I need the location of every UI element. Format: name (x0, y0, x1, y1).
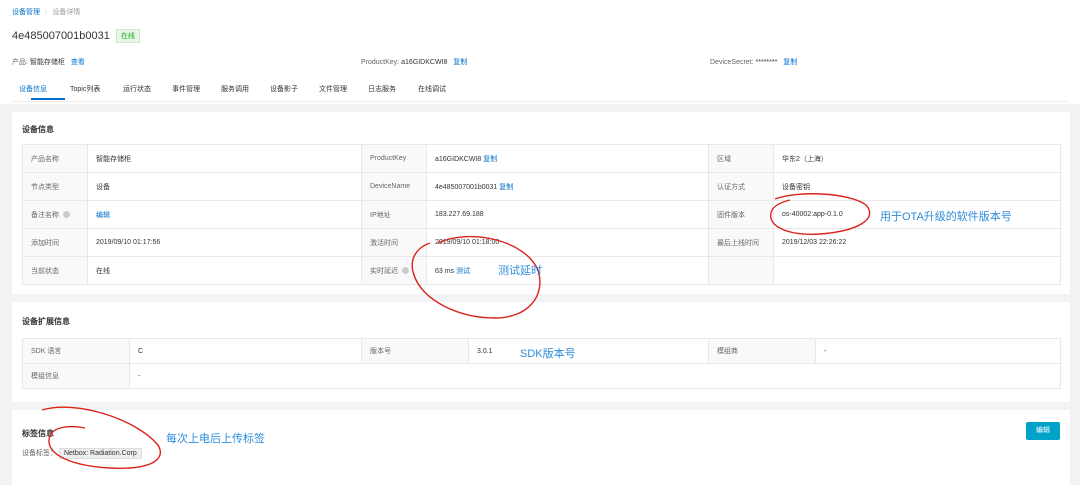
active-tab-indicator (31, 98, 65, 100)
table-value-cell: - (815, 338, 1061, 364)
extended-info-title: 设备扩展信息 (22, 317, 70, 326)
table-key-cell: 认证方式 (708, 172, 774, 201)
table-key-cell: 节点类型 (22, 172, 88, 201)
tab-service-invoke[interactable]: 服务调用 (221, 84, 249, 94)
tab-runtime-status[interactable]: 运行状态 (123, 84, 151, 94)
table-row: 产品名称 智能存储柜 ProductKey a16GIDKCWI8 复制 区域 … (22, 144, 1061, 173)
table-key-cell: ProductKey (361, 144, 427, 173)
table-value-cell: 智能存储柜 (87, 144, 362, 173)
info-icon[interactable] (402, 266, 409, 274)
table-row: 模组信息 - (22, 363, 1061, 389)
table-value-cell: 设备密钥 (773, 172, 1061, 201)
product-label: 产品: (12, 59, 28, 66)
product-meta: 产品: 智能存储柜 查看 (12, 57, 85, 67)
productkey-label: ProductKey: (361, 59, 400, 66)
table-value-cell: C (129, 338, 362, 364)
table-key-cell: 最后上线时间 (708, 228, 774, 257)
tab-topic-list[interactable]: Topic列表 (70, 84, 100, 94)
device-tag-chip[interactable]: Netbox: Radiation.Corp (58, 448, 142, 459)
edit-tags-button[interactable]: 编辑 (1026, 422, 1060, 440)
tab-event-management[interactable]: 事件管理 (172, 84, 200, 94)
table-value-cell: 2019/09/10 01:17:56 (87, 228, 362, 257)
table-value-cell: 设备 (87, 172, 362, 201)
table-value-cell: 2019/12/03 22:26:22 (773, 228, 1061, 257)
breadcrumb: 设备管理 › 设备详情 (12, 7, 80, 17)
copy-productkey-link[interactable]: 复制 (453, 59, 467, 66)
productkey-cell-value: a16GIDKCWI8 (435, 155, 482, 163)
table-value-cell: 63 ms 测试 (426, 256, 709, 285)
edit-remark-button[interactable]: 编辑 (96, 212, 110, 219)
breadcrumb-current: 设备详情 (52, 9, 81, 16)
table-value-cell (773, 256, 1061, 285)
tag-info-title: 标签信息 (22, 429, 54, 438)
tag-info-card: 标签信息 设备标签： Netbox: Radiation.Corp 编辑 (12, 410, 1070, 485)
device-tags-row: 设备标签： Netbox: Radiation.Corp (22, 448, 142, 459)
tab-device-shadow[interactable]: 设备影子 (270, 84, 298, 94)
devicesecret-label: DeviceSecret: (710, 59, 754, 66)
tab-log-service[interactable]: 日志服务 (368, 84, 396, 94)
remark-name-label: 备注名称 (31, 211, 59, 219)
tab-bar: 设备信息 Topic列表 运行状态 事件管理 服务调用 设备影子 文件管理 日志… (12, 79, 1068, 102)
table-key-cell: 激活时间 (361, 228, 427, 257)
tab-online-debug[interactable]: 在线调试 (418, 84, 446, 94)
table-key-cell: 区域 (708, 144, 774, 173)
breadcrumb-device-management[interactable]: 设备管理 (12, 9, 40, 16)
table-key-cell: 添加时间 (22, 228, 88, 257)
table-key-cell: 固件版本 (708, 200, 774, 229)
table-row: 节点类型 设备 DeviceName 4e485007001b0031 复制 认… (22, 172, 1061, 201)
tab-device-info[interactable]: 设备信息 (19, 84, 47, 94)
table-key-cell: SDK 语言 (22, 338, 130, 364)
status-badge: 在线 (115, 29, 140, 43)
view-product-link[interactable]: 查看 (71, 59, 85, 66)
table-value-cell: 在线 (87, 256, 362, 285)
sdk-version-value: 3.0.1 (468, 338, 709, 364)
sdk-annotation: SDK版本号 (520, 348, 576, 360)
tags-annotation: 每次上电后上传标签 (166, 433, 265, 445)
table-key-cell: 模组商 (708, 338, 816, 364)
table-value-cell: 4e485007001b0031 复制 (426, 172, 709, 201)
table-value-cell: 华东2（上海） (773, 144, 1061, 173)
info-icon[interactable] (63, 210, 70, 218)
table-key-cell: 当前状态 (22, 256, 88, 285)
page-header: 设备管理 › 设备详情 4e485007001b0031 在线 产品: 智能存储柜 查… (0, 0, 1080, 104)
devicesecret-meta: DeviceSecret: ******** 复制 (710, 57, 797, 67)
table-value-cell: 2019/09/10 01:18:00 (426, 228, 709, 257)
latency-label: 实时延迟 (370, 267, 398, 275)
table-key-cell (708, 256, 774, 285)
page-title: 4e485007001b0031 在线 (12, 29, 140, 43)
devicename-cell-value: 4e485007001b0031 (435, 183, 498, 191)
productkey-value: a16GIDKCWI8 (401, 59, 448, 66)
table-value-cell: a16GIDKCWI8 复制 (426, 144, 709, 173)
copy-devicename-button[interactable]: 复制 (499, 184, 513, 191)
table-key-cell: 版本号 (361, 338, 469, 364)
device-name: 4e485007001b0031 (12, 30, 110, 42)
table-key-cell: 产品名称 (22, 144, 88, 173)
table-key-cell: DeviceName (361, 172, 427, 201)
test-latency-button[interactable]: 测试 (456, 268, 470, 275)
table-key-cell: 模组信息 (22, 363, 130, 389)
copy-devicesecret-link[interactable]: 复制 (783, 59, 797, 66)
copy-productkey-button[interactable]: 复制 (483, 156, 497, 163)
latency-value: 63 ms (435, 267, 455, 275)
table-key-cell: 实时延迟 (361, 256, 427, 285)
productkey-meta: ProductKey: a16GIDKCWI8 复制 (361, 57, 467, 67)
firmware-annotation: 用于OTA升级的软件版本号 (880, 211, 1012, 223)
table-value-cell: 183.227.69.188 (426, 200, 709, 229)
table-key-cell: 备注名称 (22, 200, 88, 229)
device-info-title: 设备信息 (22, 125, 54, 134)
tab-file-management[interactable]: 文件管理 (319, 84, 347, 94)
table-value-cell: - (129, 363, 1061, 389)
table-value-cell: 编辑 (87, 200, 362, 229)
table-row: 添加时间 2019/09/10 01:17:56 激活时间 2019/09/10… (22, 228, 1061, 257)
table-key-cell: IP地址 (361, 200, 427, 229)
devicesecret-value: ******** (755, 59, 778, 66)
device-tags-label: 设备标签： (22, 450, 57, 457)
breadcrumb-separator: › (45, 9, 48, 16)
latency-annotation: 测试延时 (498, 265, 542, 277)
product-value: 智能存储柜 (29, 59, 65, 66)
